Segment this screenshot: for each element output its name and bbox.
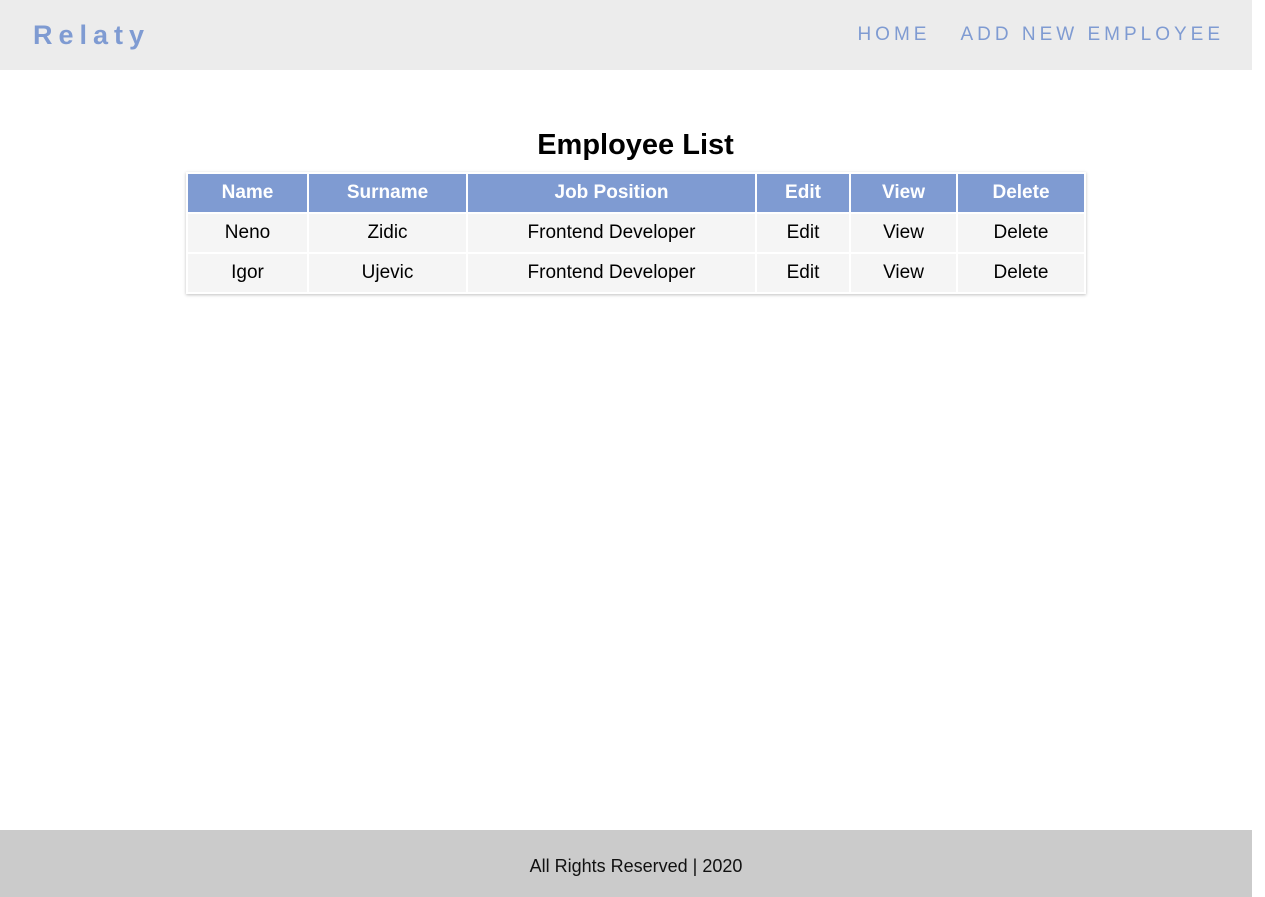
employee-table-container: Name Surname Job Position Edit View Dele…	[186, 172, 1086, 294]
cell-delete: Delete	[958, 254, 1084, 292]
footer-copyright: All Rights Reserved | 2020	[529, 856, 743, 876]
cell-edit: Edit	[757, 254, 849, 292]
nav-add-employee-link[interactable]: ADD NEW EMPLOYEE	[960, 24, 1224, 46]
table-row: Neno Zidic Frontend Developer Edit View …	[188, 214, 1084, 252]
delete-link[interactable]: Delete	[994, 262, 1049, 283]
cell-name: Neno	[188, 214, 307, 252]
brand-logo[interactable]: Relaty	[33, 19, 150, 51]
edit-link[interactable]: Edit	[787, 262, 820, 283]
cell-view: View	[851, 214, 956, 252]
view-link[interactable]: View	[883, 262, 924, 283]
cell-surname: Ujevic	[309, 254, 466, 292]
table-header-row: Name Surname Job Position Edit View Dele…	[188, 174, 1084, 212]
cell-view: View	[851, 254, 956, 292]
column-header-name: Name	[188, 174, 307, 212]
column-header-delete: Delete	[958, 174, 1084, 212]
page-title: Employee List	[537, 129, 734, 161]
column-header-edit: Edit	[757, 174, 849, 212]
employee-table: Name Surname Job Position Edit View Dele…	[186, 172, 1086, 294]
cell-surname: Zidic	[309, 214, 466, 252]
delete-link[interactable]: Delete	[994, 222, 1049, 243]
column-header-view: View	[851, 174, 956, 212]
cell-edit: Edit	[757, 214, 849, 252]
column-header-job-position: Job Position	[468, 174, 755, 212]
cell-job-position: Frontend Developer	[468, 214, 755, 252]
nav-home-link[interactable]: HOME	[857, 24, 930, 46]
footer: All Rights Reserved | 2020	[0, 830, 1252, 897]
page: Relaty HOME ADD NEW EMPLOYEE Employee Li…	[0, 0, 1265, 897]
navbar: Relaty HOME ADD NEW EMPLOYEE	[0, 0, 1252, 70]
cell-delete: Delete	[958, 214, 1084, 252]
view-link[interactable]: View	[883, 222, 924, 243]
cell-name: Igor	[188, 254, 307, 292]
edit-link[interactable]: Edit	[787, 222, 820, 243]
cell-job-position: Frontend Developer	[468, 254, 755, 292]
nav-links: HOME ADD NEW EMPLOYEE	[857, 24, 1224, 46]
table-row: Igor Ujevic Frontend Developer Edit View…	[188, 254, 1084, 292]
column-header-surname: Surname	[309, 174, 466, 212]
